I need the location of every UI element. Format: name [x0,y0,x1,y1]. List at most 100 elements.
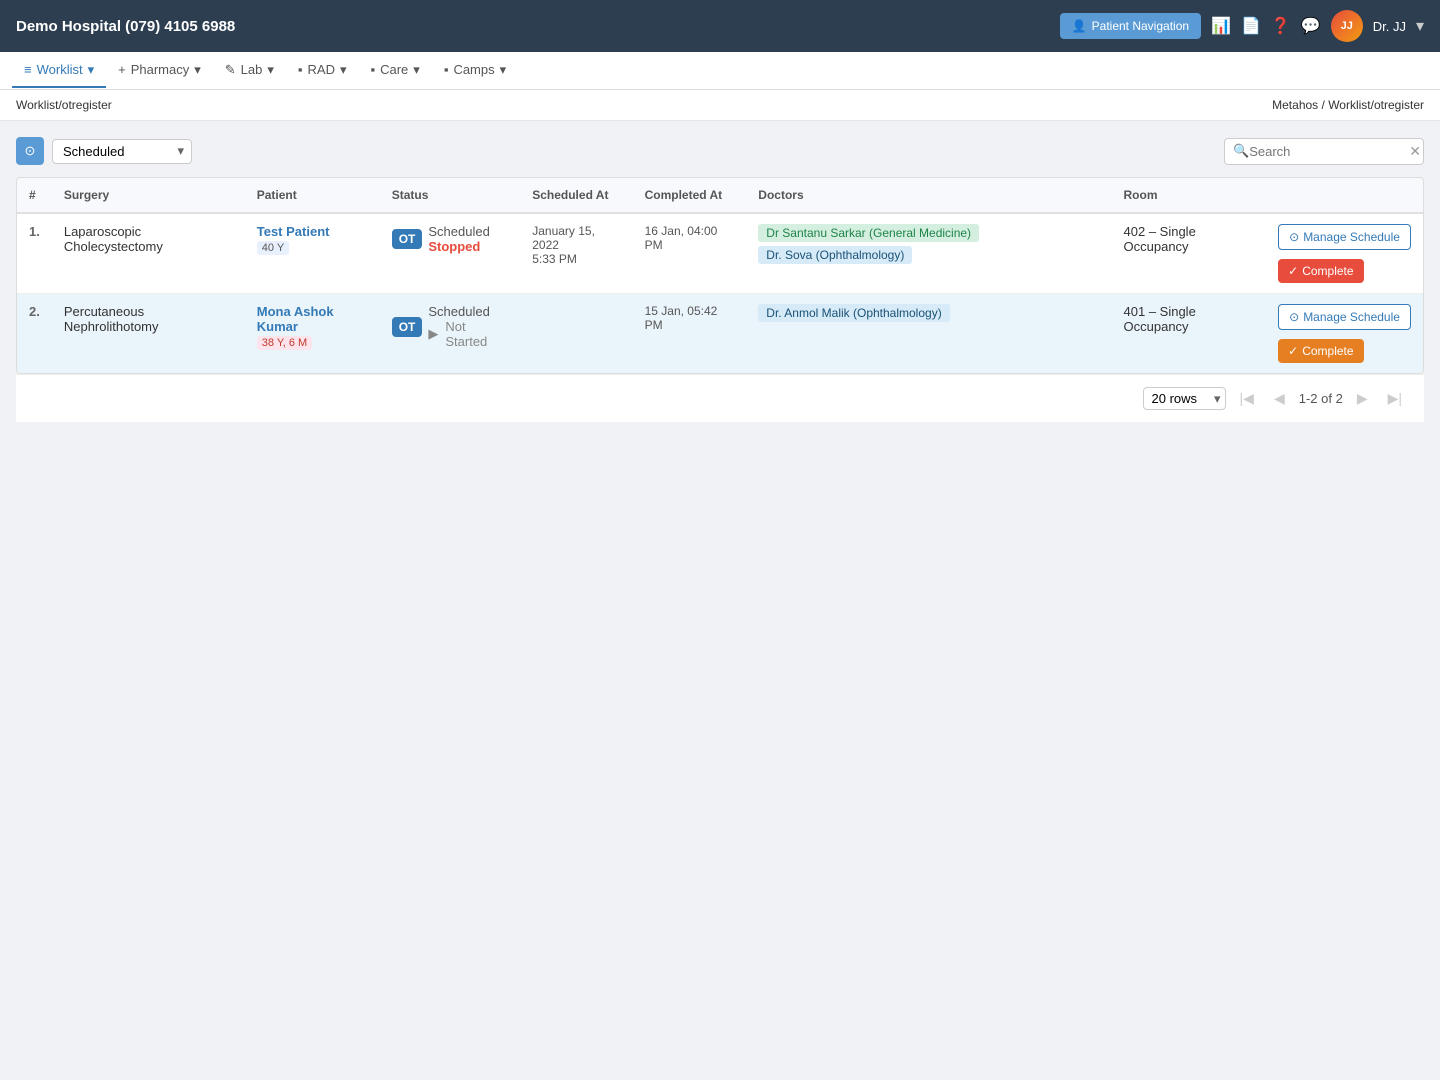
app-header: Demo Hospital (079) 4105 6988 👤 Patient … [0,0,1440,52]
col-completed-at: Completed At [633,178,747,213]
ot-badge: OT [392,317,423,337]
doctor-badge: Dr Santanu Sarkar (General Medicine) [758,224,979,242]
completed-at-cell: 16 Jan, 04:00 PM [633,213,747,294]
row-num: 2. [17,294,52,374]
main-content: ⊙ Scheduled Completed All 🔍 ✕ # Surgery [0,121,1440,438]
scheduled-time: 5:33 PM [532,252,620,266]
chevron-down-icon: ▾ [340,62,347,78]
chevron-down-icon: ▾ [88,62,95,78]
patient-age-badge: 38 Y, 6 M [257,336,312,350]
status-label: Scheduled [428,224,489,239]
nav-item-pharmacy[interactable]: + Pharmacy ▾ [106,54,213,88]
play-icon: ▶ [428,326,438,342]
table: # Surgery Patient Status Scheduled At Co… [17,178,1423,373]
file-icon[interactable]: 📄 [1241,16,1261,36]
col-num: # [17,178,52,213]
completed-at-cell: 15 Jan, 05:42 PM [633,294,747,374]
room-cell: 401 – Single Occupancy [1112,294,1267,374]
calendar-icon: ⊙ [1289,310,1299,324]
status-cell: OT Scheduled ▶ Not Started [380,294,521,374]
rows-select-wrapper: 20 rows 50 rows 100 rows [1143,387,1226,410]
patient-name[interactable]: Mona Ashok Kumar [257,304,368,334]
complete-button[interactable]: ✓ Complete [1278,339,1363,363]
nav-item-worklist[interactable]: ≡ Worklist ▾ [12,54,106,88]
pagination-bar: 20 rows 50 rows 100 rows |◀ ◀ 1-2 of 2 ▶… [16,374,1424,422]
filter-left: ⊙ Scheduled Completed All [16,137,192,165]
rows-per-page: 20 rows 50 rows 100 rows [1143,387,1226,410]
nav-item-rad[interactable]: ▪ RAD ▾ [286,54,359,88]
camps-icon: ▪ [444,62,449,77]
scheduled-at-cell: January 15, 2022 5:33 PM [520,213,632,294]
lab-icon: ✎ [225,62,236,78]
scheduled-at-cell [520,294,632,374]
filter-bar: ⊙ Scheduled Completed All 🔍 ✕ [16,137,1424,165]
table-row: 2. Percutaneous Nephrolithotomy Mona Ash… [17,294,1423,374]
last-page-button[interactable]: ▶| [1382,387,1408,410]
patient-navigation-button[interactable]: 👤 Patient Navigation [1060,13,1201,39]
col-room: Room [1112,178,1267,213]
status-sub: ▶ Not Started [428,319,508,349]
completed-at: 16 Jan, 04:00 PM [645,224,735,252]
search-icon: 🔍 [1233,143,1249,159]
checkmark-icon: ✓ [1288,344,1298,358]
manage-schedule-button[interactable]: ⊙ Manage Schedule [1278,224,1411,250]
status-label: Scheduled [428,304,508,319]
col-status: Status [380,178,521,213]
doctor-badge: Dr. Anmol Malik (Ophthalmology) [758,304,949,322]
search-wrapper: 🔍 ✕ [1224,138,1424,165]
rad-icon: ▪ [298,62,303,77]
breadcrumb-path: Worklist/otregister [1328,98,1424,112]
patient-name[interactable]: Test Patient [257,224,368,239]
monitor-icon[interactable]: 📊 [1211,16,1231,36]
status-select[interactable]: Scheduled Completed All [52,139,192,164]
help-icon[interactable]: ❓ [1271,16,1291,36]
chevron-down-icon: ▾ [413,62,420,78]
header-actions: 👤 Patient Navigation 📊 📄 ❓ 💬 JJ Dr. JJ ▾ [1060,10,1424,42]
pharmacy-icon: + [118,62,126,77]
filter-button[interactable]: ⊙ [16,137,44,165]
row-num: 1. [17,213,52,294]
rows-per-page-select[interactable]: 20 rows 50 rows 100 rows [1143,387,1226,410]
nav-item-lab[interactable]: ✎ Lab ▾ [213,54,286,88]
person-icon: 👤 [1072,19,1087,33]
ot-register-table: # Surgery Patient Status Scheduled At Co… [16,177,1424,374]
scheduled-date: January 15, 2022 [532,224,620,252]
close-icon[interactable]: ✕ [1409,143,1421,160]
col-patient: Patient [245,178,380,213]
chevron-down-icon: ▾ [267,62,274,78]
patient-cell: Test Patient 40 Y [245,213,380,294]
table-header-row: # Surgery Patient Status Scheduled At Co… [17,178,1423,213]
navigation-bar: ≡ Worklist ▾ + Pharmacy ▾ ✎ Lab ▾ ▪ RAD … [0,52,1440,90]
col-actions [1266,178,1423,213]
col-doctors: Doctors [746,178,1111,213]
room-cell: 402 – Single Occupancy [1112,213,1267,294]
action-buttons: ⊙ Manage Schedule ✓ Complete [1278,224,1411,283]
prev-page-button[interactable]: ◀ [1268,387,1291,410]
complete-button[interactable]: ✓ Complete [1278,259,1363,283]
status-stopped: Stopped [428,239,489,254]
col-surgery: Surgery [52,178,245,213]
manage-schedule-button[interactable]: ⊙ Manage Schedule [1278,304,1411,330]
breadcrumb: Worklist/otregister Metahos / Worklist/o… [0,90,1440,121]
doctors-cell: Dr. Anmol Malik (Ophthalmology) [746,294,1111,374]
room-text: 401 – Single Occupancy [1124,304,1196,334]
action-buttons: ⊙ Manage Schedule ✓ Complete [1278,304,1411,363]
next-page-button[interactable]: ▶ [1351,387,1374,410]
patient-cell: Mona Ashok Kumar 38 Y, 6 M [245,294,380,374]
first-page-button[interactable]: |◀ [1234,387,1260,410]
breadcrumb-left: Worklist/otregister [16,98,112,112]
status-cell: OT Scheduled Stopped [380,213,521,294]
nav-item-care[interactable]: ▪ Care ▾ [359,54,432,88]
room-text: 402 – Single Occupancy [1124,224,1196,254]
page-info: 1-2 of 2 [1299,391,1343,406]
table-row: 1. Laparoscopic Cholecystectomy Test Pat… [17,213,1423,294]
chevron-down-icon[interactable]: ▾ [1416,16,1424,36]
completed-at: 15 Jan, 05:42 PM [645,304,735,332]
chat-icon[interactable]: 💬 [1301,16,1321,36]
search-input[interactable] [1249,144,1409,159]
nav-item-camps[interactable]: ▪ Camps ▾ [432,54,518,88]
patient-age-badge: 40 Y [257,241,289,255]
worklist-icon: ≡ [24,62,32,77]
col-scheduled-at: Scheduled At [520,178,632,213]
breadcrumb-home-link[interactable]: Metahos [1272,98,1318,112]
